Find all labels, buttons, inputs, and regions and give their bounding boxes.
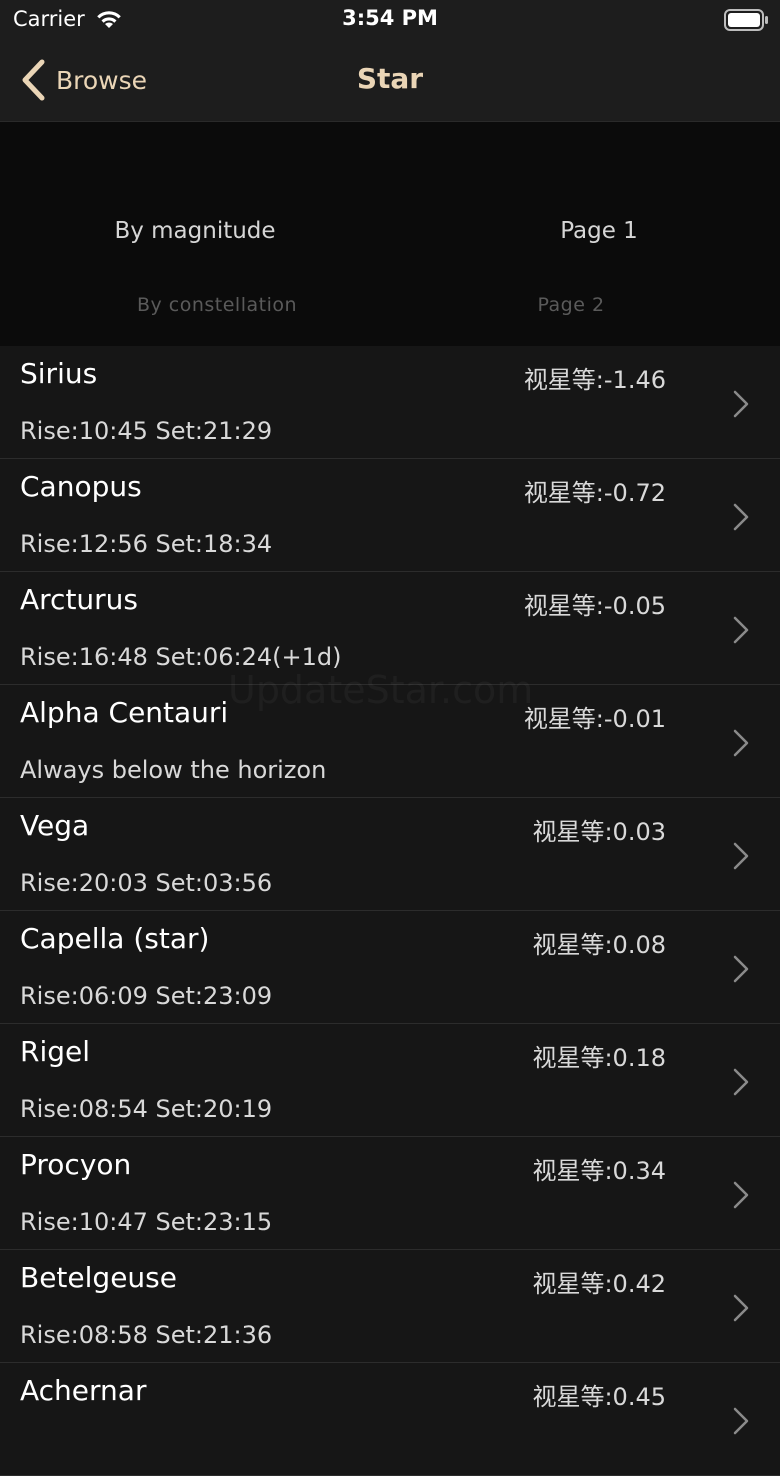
- chevron-right-icon: [733, 1294, 749, 1322]
- status-bar: Carrier 3:54 PM: [0, 0, 780, 40]
- star-magnitude: 视星等:0.18: [532, 1044, 666, 1072]
- table-row[interactable]: Arcturus 视星等:-0.05 Rise:16:48 Set:06:24(…: [0, 572, 780, 685]
- star-name: Vega: [20, 809, 90, 842]
- chevron-right-icon: [733, 955, 749, 983]
- navigation-bar: Browse Star: [0, 40, 780, 122]
- star-rise-set: Always below the horizon: [20, 756, 327, 784]
- star-magnitude: 视星等:-1.46: [523, 366, 666, 394]
- star-list: Sirius 视星等:-1.46 Rise:10:45 Set:21:29 Ca…: [0, 346, 780, 1476]
- chevron-right-icon: [733, 729, 749, 757]
- picker-option[interactable]: Page 2: [376, 294, 766, 316]
- page-picker-column[interactable]: Page 1 Page 2: [390, 122, 780, 346]
- star-rise-set: Rise:12:56 Set:18:34: [20, 530, 273, 558]
- table-row[interactable]: Achernar 视星等:0.45: [0, 1363, 780, 1476]
- star-rise-set: Rise:20:03 Set:03:56: [20, 869, 273, 897]
- sort-page-picker[interactable]: By magnitude By constellation Page 1 Pag…: [0, 122, 780, 346]
- star-name: Alpha Centauri: [20, 696, 229, 729]
- chevron-right-icon: [733, 503, 749, 531]
- chevron-right-icon: [733, 390, 749, 418]
- picker-option-selected[interactable]: By magnitude: [0, 218, 390, 244]
- star-name: Rigel: [20, 1035, 91, 1068]
- star-name: Capella (star): [20, 922, 210, 955]
- table-row[interactable]: Capella (star) 视星等:0.08 Rise:06:09 Set:2…: [0, 911, 780, 1024]
- battery-icon: [724, 9, 768, 31]
- star-magnitude: 视星等:0.08: [532, 931, 666, 959]
- star-name: Sirius: [20, 357, 98, 390]
- sort-picker-column[interactable]: By magnitude By constellation: [0, 122, 390, 346]
- chevron-right-icon: [733, 1068, 749, 1096]
- star-magnitude: 视星等:0.42: [532, 1270, 666, 1298]
- star-magnitude: 视星等:0.34: [532, 1157, 666, 1185]
- chevron-right-icon: [733, 842, 749, 870]
- star-name: Betelgeuse: [20, 1261, 177, 1294]
- status-time: 3:54 PM: [342, 6, 438, 30]
- star-magnitude: 视星等:0.45: [532, 1383, 666, 1411]
- star-magnitude: 视星等:0.03: [532, 818, 666, 846]
- table-row[interactable]: Rigel 视星等:0.18 Rise:08:54 Set:20:19: [0, 1024, 780, 1137]
- table-row[interactable]: Canopus 视星等:-0.72 Rise:12:56 Set:18:34: [0, 459, 780, 572]
- star-rise-set: Rise:06:09 Set:23:09: [20, 982, 273, 1010]
- star-name: Procyon: [20, 1148, 132, 1181]
- table-row[interactable]: Vega 视星等:0.03 Rise:20:03 Set:03:56: [0, 798, 780, 911]
- chevron-right-icon: [733, 616, 749, 644]
- star-rise-set: Rise:08:54 Set:20:19: [20, 1095, 273, 1123]
- star-rise-set: Rise:08:58 Set:21:36: [20, 1321, 273, 1349]
- star-rise-set: Rise:16:48 Set:06:24(+1d): [20, 643, 342, 671]
- page-title: Star: [356, 62, 424, 95]
- star-name: Canopus: [20, 470, 142, 503]
- star-name: Arcturus: [20, 583, 139, 616]
- star-magnitude: 视星等:-0.05: [523, 592, 666, 620]
- star-rise-set: Rise:10:45 Set:21:29: [20, 417, 273, 445]
- table-row[interactable]: Procyon 视星等:0.34 Rise:10:47 Set:23:15: [0, 1137, 780, 1250]
- table-row[interactable]: Betelgeuse 视星等:0.42 Rise:08:58 Set:21:36: [0, 1250, 780, 1363]
- table-row[interactable]: Alpha Centauri 视星等:-0.01 Always below th…: [0, 685, 780, 798]
- table-row[interactable]: Sirius 视星等:-1.46 Rise:10:45 Set:21:29: [0, 346, 780, 459]
- star-magnitude: 视星等:-0.72: [523, 479, 666, 507]
- star-name: Achernar: [20, 1374, 147, 1407]
- star-rise-set: Rise:10:47 Set:23:15: [20, 1208, 273, 1236]
- picker-option[interactable]: By constellation: [22, 294, 412, 316]
- chevron-right-icon: [733, 1181, 749, 1209]
- chevron-right-icon: [733, 1407, 749, 1435]
- star-magnitude: 视星等:-0.01: [523, 705, 666, 733]
- picker-option-selected[interactable]: Page 1: [404, 218, 780, 244]
